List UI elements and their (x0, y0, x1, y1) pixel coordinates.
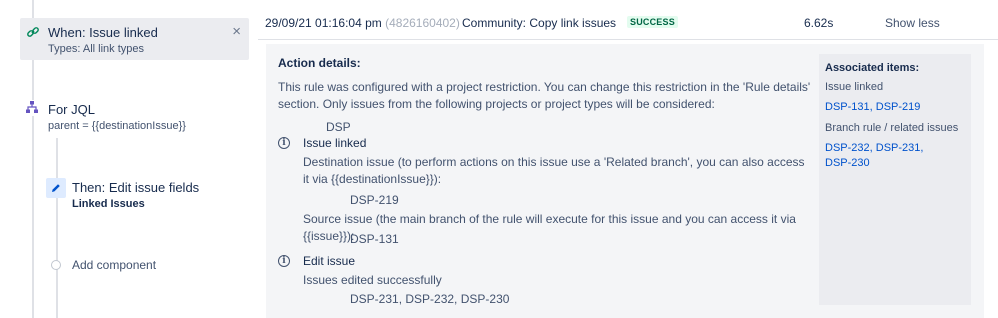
entry-title: Edit issue (303, 254, 356, 268)
associated-group-links: DSP-131, DSP-219 (825, 101, 921, 113)
entry-value: DSP-219 (350, 193, 399, 207)
branch-icon (24, 100, 40, 116)
entry-line: Destination issue (to perform actions on… (303, 155, 805, 186)
action-subtitle: Linked Issues (72, 198, 145, 210)
rule-component-panel: When: Issue linked Types: All link types… (0, 0, 256, 318)
pencil-icon (46, 178, 66, 198)
close-icon[interactable]: × (232, 23, 241, 40)
trigger-title: When: Issue linked (48, 25, 158, 40)
issue-link[interactable]: DSP-231 (876, 142, 921, 154)
info-icon: i (278, 137, 290, 149)
issue-link[interactable]: DSP-230 (825, 157, 870, 169)
entry-value: DSP-131 (350, 232, 399, 246)
log-duration: 6.62s (804, 16, 834, 30)
info-icon: i (278, 255, 290, 267)
branch-flow-line (56, 138, 58, 318)
log-rule-name: Community: Copy link issues (462, 16, 617, 30)
restriction-text: This rule was configured with a project … (278, 80, 811, 111)
associated-group-label: Branch rule / related issues (825, 122, 959, 134)
branch-subtitle: parent = {{destinationIssue}} (48, 120, 186, 132)
entry-line: Issues edited successfully (303, 273, 442, 287)
associated-items-title: Associated items: (825, 62, 920, 74)
trigger-subtitle: Types: All link types (48, 43, 144, 55)
trigger-card[interactable]: When: Issue linked Types: All link types… (20, 18, 249, 60)
add-component-dot-icon (51, 260, 61, 270)
issue-link[interactable]: DSP-232 (825, 142, 870, 154)
log-id: (4826160402) (385, 16, 460, 30)
issue-link[interactable]: DSP-131 (825, 101, 870, 113)
status-badge: SUCCESS (627, 16, 678, 28)
associated-items-panel: Associated items: Issue linked DSP-131, … (819, 54, 971, 305)
action-title[interactable]: Then: Edit issue fields (72, 180, 199, 195)
link-icon (26, 25, 40, 39)
entry-value: DSP-231, DSP-232, DSP-230 (350, 292, 510, 306)
issue-link[interactable]: DSP-219 (876, 101, 921, 113)
entry-title: Issue linked (303, 136, 367, 150)
branch-title[interactable]: For JQL (48, 102, 95, 117)
audit-log-row[interactable]: 29/09/21 01:16:04 pm (4826160402) Commun… (258, 0, 998, 40)
action-details-heading: Action details: (278, 56, 361, 70)
add-component-button[interactable]: Add component (72, 258, 156, 272)
associated-group-label: Issue linked (825, 81, 884, 93)
show-less-link[interactable]: Show less (885, 16, 940, 30)
log-date: 29/09/21 01:16:04 pm (4826160402) (265, 16, 460, 30)
restriction-project: DSP (326, 120, 351, 134)
action-details-panel: Action details: This rule was configured… (266, 44, 984, 318)
associated-group-links: DSP-232, DSP-231, DSP-230 (825, 142, 924, 169)
action-details-main: Action details: This rule was configured… (278, 56, 813, 134)
